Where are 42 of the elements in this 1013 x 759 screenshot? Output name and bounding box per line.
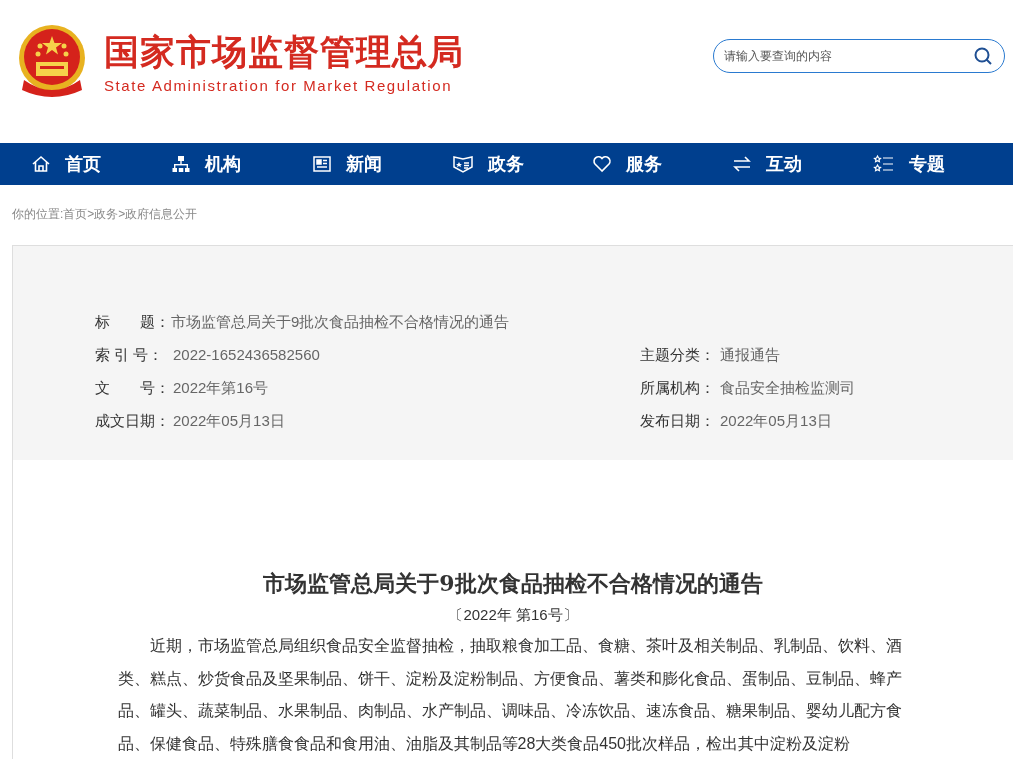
meta-label: 文 号： (95, 378, 171, 399)
site-subtitle: State Administration for Market Regulation (104, 76, 454, 96)
meta-value: 2022年05月13日 (173, 411, 285, 432)
search-field[interactable]: 请输入要查询的内容 (713, 39, 1005, 73)
breadcrumb-link[interactable]: 政府信息公开 (125, 205, 198, 223)
meta-value: 2022年05月13日 (720, 411, 832, 432)
meta-value: 2022年第16号 (173, 378, 269, 399)
shield-star-icon (451, 154, 474, 174)
meta-label: 所属机构： (640, 378, 716, 399)
nav-link[interactable]: 服务 (592, 143, 733, 185)
home-icon (31, 154, 51, 174)
breadcrumb-separator: > (87, 206, 95, 223)
meta-label: 索 引 号： (95, 345, 165, 366)
breadcrumb-link[interactable]: 首页 (63, 205, 88, 223)
article-paragraph: 近期，市场监管总局组织食品安全监督抽检，抽取粮食加工品、食糖、茶叶及相关制品、乳制品、饮料、酒类、糕点、炒货食品及坚果制品、饼干、淀粉及淀粉制品、方便食品、薯类和膨化食品、蛋制品、豆制品、蜂产品、罐头、蔬菜制品、水果制品、肉制品、水产制品、调味品、冷冻饮品、速冻食品、糖果制品、婴幼儿配方食品、保健食品、特殊膳食食品和食用油、油脂及其制品等28大类食品450批次样品，检出其中淀粉及淀粉 (117, 636, 903, 754)
article-title: 市场监管总局关于9批次食品抽检不合格情况的通告 (263, 569, 763, 598)
nav-link[interactable]: 首页 (31, 143, 172, 185)
meta-label: 成文日期： (95, 411, 171, 432)
breadcrumb-link[interactable]: 政务 (94, 205, 119, 223)
meta-value: 2022-1652436582560 (173, 345, 320, 366)
meta-value: 通报通告 (720, 345, 780, 366)
org-chart-icon (171, 154, 192, 174)
nav-link[interactable]: 新闻 (311, 143, 452, 185)
nav-link[interactable]: 政务 (451, 143, 593, 185)
breadcrumb-separator: > (118, 206, 126, 223)
meta-value: 食品安全抽检监测司 (720, 378, 855, 399)
meta-value: 市场监管总局关于9批次食品抽检不合格情况的通告 (171, 312, 510, 333)
meta-label: 发布日期： (640, 411, 716, 432)
nav-link[interactable]: 专题 (872, 143, 1013, 185)
meta-label: 主题分类： (640, 345, 716, 366)
star-list-icon (872, 154, 895, 174)
document-number: 〔2022年 第16号〕 (448, 605, 578, 625)
nav-link[interactable]: 互动 (732, 143, 873, 185)
newspaper-icon (311, 154, 332, 174)
swap-arrows-icon (732, 154, 753, 174)
national-emblem-icon (16, 24, 88, 100)
heart-icon (592, 154, 613, 174)
site-title: 国家市场监督管理总局 (104, 32, 464, 72)
meta-label: 标 题： (95, 312, 171, 333)
search-icon[interactable] (973, 46, 993, 66)
breadcrumb-label: 你的位置: (12, 206, 64, 223)
nav-link[interactable]: 机构 (171, 143, 312, 185)
